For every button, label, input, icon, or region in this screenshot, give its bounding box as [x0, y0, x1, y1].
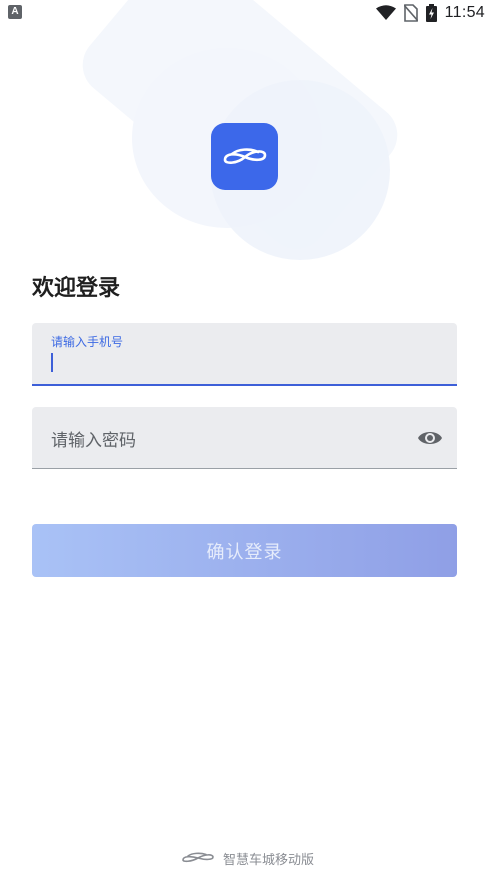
status-bar: A 11:54: [0, 0, 495, 26]
app-logo: [211, 123, 278, 190]
no-sim-icon: [403, 4, 418, 22]
battery-charging-icon: [425, 4, 437, 22]
phone-input-label: 请输入手机号: [51, 335, 124, 349]
page-title: 欢迎登录: [32, 276, 121, 301]
notification-badge: A: [8, 5, 22, 19]
footer-app-name: 智慧车城移动版: [222, 852, 314, 868]
login-button[interactable]: 确认登录: [32, 524, 457, 577]
text-cursor: [51, 353, 53, 372]
wifi-icon: [375, 5, 396, 21]
status-time: 11:54: [444, 4, 485, 21]
footer: 智慧车城移动版: [0, 847, 495, 869]
password-placeholder: 请输入密码: [51, 431, 136, 451]
car-outline-logo-icon: [182, 852, 214, 863]
eye-icon[interactable]: [417, 427, 443, 449]
phone-input[interactable]: 请输入手机号: [32, 323, 457, 386]
password-input[interactable]: 请输入密码: [32, 407, 457, 469]
car-infinity-logo-icon: [223, 147, 266, 164]
